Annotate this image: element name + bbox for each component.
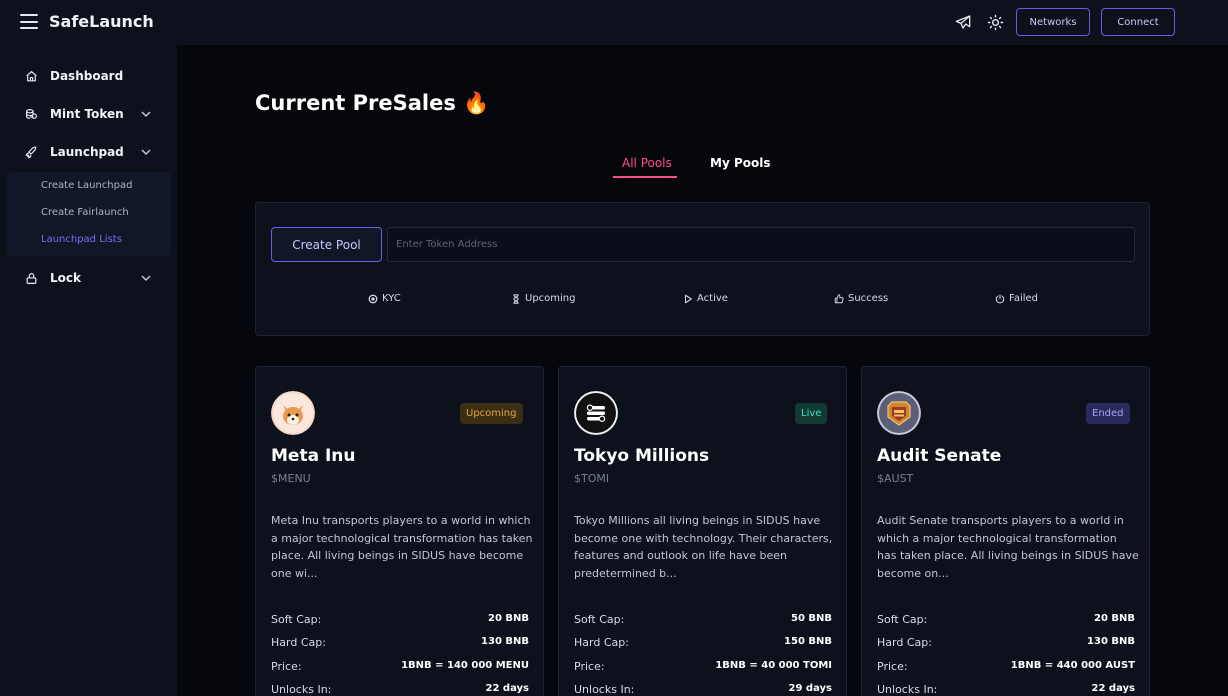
token-symbol: $AUST xyxy=(877,472,914,485)
stat-soft-cap: Soft Cap: 20 BNB xyxy=(877,613,1135,626)
chevron-down-icon xyxy=(141,111,151,118)
sidebar-item-label: Mint Token xyxy=(50,107,124,121)
filter-label: Upcoming xyxy=(525,293,576,304)
connect-button[interactable]: Connect xyxy=(1101,8,1175,36)
stat-price: Price: 1BNB = 440 000 AUST xyxy=(877,660,1135,673)
sidebar-item-lock[interactable]: Lock xyxy=(0,263,177,293)
telegram-icon[interactable] xyxy=(953,12,973,32)
stat-unlocks: Unlocks In: 22 days xyxy=(877,683,1135,696)
token-avatar xyxy=(271,391,315,435)
networks-button[interactable]: Networks xyxy=(1016,8,1090,36)
token-avatar xyxy=(877,391,921,435)
pool-card[interactable]: Upcoming Meta Inu $MENU Meta Inu transpo… xyxy=(255,366,544,696)
theme-toggle-icon[interactable] xyxy=(985,12,1005,32)
token-name: Meta Inu xyxy=(271,446,356,466)
page-title: Current PreSales 🔥 xyxy=(255,91,490,115)
play-icon xyxy=(684,294,692,303)
sidebar-subitem-create-fairlaunch[interactable]: Create Fairlaunch xyxy=(41,207,129,218)
filter-panel: Create Pool KYC Upcoming Active Success … xyxy=(255,202,1150,336)
chevron-down-icon xyxy=(141,275,151,282)
token-symbol: $MENU xyxy=(271,472,311,485)
power-icon xyxy=(995,293,1005,303)
filter-label: Success xyxy=(848,293,889,304)
coins-icon xyxy=(24,107,38,121)
filter-upcoming[interactable]: Upcoming xyxy=(511,293,576,304)
chevron-down-icon xyxy=(141,149,151,156)
tomi-logo-icon xyxy=(574,391,618,435)
filter-failed[interactable]: Failed xyxy=(995,293,1038,304)
filter-label: Failed xyxy=(1009,293,1039,304)
token-address-input[interactable] xyxy=(387,227,1135,262)
tab-all-pools[interactable]: All Pools xyxy=(622,156,672,170)
senate-logo-icon xyxy=(877,391,921,435)
token-symbol: $TOMI xyxy=(574,472,610,485)
filter-kyc[interactable]: KYC xyxy=(368,293,401,304)
sidebar-item-label: Lock xyxy=(50,271,81,285)
sidebar: Dashboard Mint Token Launchpad Create La… xyxy=(0,45,177,696)
token-name: Audit Senate xyxy=(877,446,1002,466)
sidebar-item-label: Dashboard xyxy=(50,69,124,83)
top-bar: SafeLaunch Networks Connect xyxy=(0,0,1228,45)
home-icon xyxy=(24,69,38,83)
stat-hard-cap: Hard Cap: 130 BNB xyxy=(877,636,1135,649)
token-description: Audit Senate transports players to a wor… xyxy=(877,514,1139,580)
tab-my-pools[interactable]: My Pools xyxy=(710,156,770,170)
stat-soft-cap: Soft Cap: 20 BNB xyxy=(271,613,529,626)
token-description: Meta Inu transports players to a world i… xyxy=(271,514,533,580)
sidebar-item-launchpad[interactable]: Launchpad xyxy=(0,137,177,167)
filter-success[interactable]: Success xyxy=(834,293,888,304)
hourglass-icon xyxy=(513,293,519,304)
create-pool-button[interactable]: Create Pool xyxy=(271,227,382,262)
token-name: Tokyo Millions xyxy=(574,446,710,466)
sidebar-item-dashboard[interactable]: Dashboard xyxy=(0,61,177,91)
status-badge: Live xyxy=(795,403,828,424)
stat-hard-cap: Hard Cap: 130 BNB xyxy=(271,636,529,649)
menu-icon[interactable] xyxy=(20,14,38,29)
stat-hard-cap: Hard Cap: 150 BNB xyxy=(574,636,832,649)
stat-soft-cap: Soft Cap: 50 BNB xyxy=(574,613,832,626)
token-description: Tokyo Millions all living beings in SIDU… xyxy=(574,514,833,580)
sidebar-subitem-create-launchpad[interactable]: Create Launchpad xyxy=(41,180,132,191)
sidebar-item-label: Launchpad xyxy=(50,145,124,159)
active-tab-indicator xyxy=(613,176,677,178)
rocket-icon xyxy=(24,145,38,159)
status-badge: Upcoming xyxy=(460,403,523,424)
launchpad-submenu: Create Launchpad Create Fairlaunch Launc… xyxy=(6,172,171,256)
stat-price: Price: 1BNB = 40 000 TOMI xyxy=(574,660,832,673)
pool-card[interactable]: Live Tokyo Millions $TOMI Tokyo Millions… xyxy=(558,366,847,696)
token-avatar xyxy=(574,391,618,435)
stat-price: Price: 1BNB = 140 000 MENU xyxy=(271,660,529,673)
kyc-icon xyxy=(368,294,378,303)
filter-label: Active xyxy=(697,293,728,304)
filter-active[interactable]: Active xyxy=(683,293,728,304)
brand-name[interactable]: SafeLaunch xyxy=(49,12,154,31)
stat-unlocks: Unlocks In: 29 days xyxy=(574,683,832,696)
lock-icon xyxy=(24,271,38,285)
stat-unlocks: Unlocks In: 22 days xyxy=(271,683,529,696)
thumbs-up-icon xyxy=(834,293,844,303)
shiba-logo-icon xyxy=(271,391,315,435)
pool-card[interactable]: Ended Audit Senate $AUST Audit Senate tr… xyxy=(861,366,1150,696)
status-badge: Ended xyxy=(1086,403,1130,424)
filter-label: KYC xyxy=(382,293,401,304)
sidebar-subitem-launchpad-lists[interactable]: Launchpad Lists xyxy=(41,234,122,245)
sidebar-item-mint-token[interactable]: Mint Token xyxy=(0,99,177,129)
